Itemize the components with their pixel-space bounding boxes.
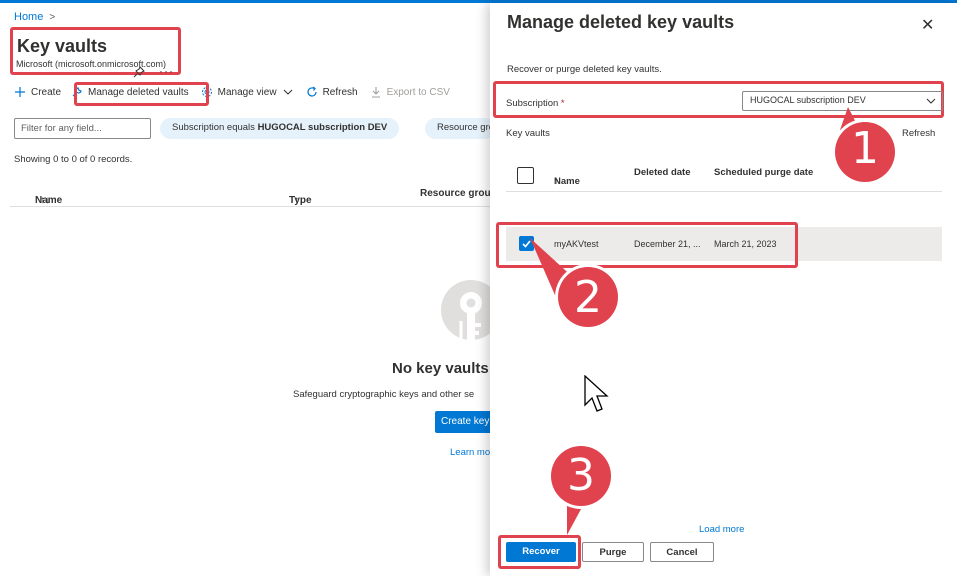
export-csv-button[interactable]: Export to CSV bbox=[370, 81, 450, 103]
resource-group-filter-pill[interactable]: Resource gro bbox=[425, 118, 495, 139]
key-vaults-blade: Home > Key vaults Microsoft (microsoft.o… bbox=[0, 3, 501, 576]
learn-more-link[interactable]: Learn mo bbox=[450, 447, 490, 458]
callout-3-number: 3 bbox=[567, 450, 595, 501]
sort-icon: ↑↓ bbox=[294, 195, 304, 206]
pin-icon[interactable] bbox=[133, 66, 145, 78]
cancel-button[interactable]: Cancel bbox=[650, 542, 714, 562]
records-count: Showing 0 to 0 of 0 records. bbox=[14, 154, 133, 165]
plus-icon bbox=[15, 87, 25, 97]
create-button[interactable]: Create bbox=[14, 81, 61, 103]
callout-2-number: 2 bbox=[574, 272, 602, 323]
subscription-filter-value: HUGOCAL subscription DEV bbox=[257, 122, 388, 133]
refresh-button[interactable]: Refresh bbox=[306, 81, 358, 103]
empty-state-title: No key vaults bbox=[392, 360, 489, 377]
required-marker: * bbox=[560, 98, 565, 109]
manage-view-label: Manage view bbox=[217, 86, 277, 98]
chevron-right-icon: > bbox=[49, 11, 56, 23]
column-scheduled-purge-date[interactable]: Scheduled purge date bbox=[714, 167, 813, 178]
export-csv-label: Export to CSV bbox=[386, 86, 450, 98]
sort-icon: ↑↓ bbox=[40, 195, 50, 206]
page-title: Key vaults bbox=[17, 36, 108, 56]
more-options-icon[interactable]: ··· bbox=[159, 64, 174, 78]
grid-header: Name ↑↓ Type ↑↓ Resource group bbox=[10, 181, 497, 207]
create-key-vault-button[interactable]: Create key bbox=[435, 411, 495, 433]
filter-input[interactable]: Filter for any field... bbox=[14, 118, 151, 139]
sort-icon: ↑ bbox=[554, 176, 559, 187]
title-highlight-box: Key vaults Microsoft (microsoft.onmicros… bbox=[10, 27, 181, 78]
subscription-filter-prefix: Subscription equals bbox=[172, 122, 258, 133]
chevron-down-icon bbox=[283, 89, 292, 95]
manage-view-button[interactable]: Manage view bbox=[201, 81, 294, 103]
load-more-link[interactable]: Load more bbox=[699, 524, 744, 535]
select-all-checkbox[interactable] bbox=[517, 167, 534, 184]
subscription-filter-pill[interactable]: Subscription equals HUGOCAL subscription… bbox=[160, 118, 400, 139]
refresh-icon bbox=[306, 86, 317, 97]
panel-description: Recover or purge deleted key vaults. bbox=[507, 64, 662, 75]
mouse-cursor-icon bbox=[584, 375, 609, 412]
subscription-label-text: Subscription bbox=[506, 98, 559, 109]
column-resource-group[interactable]: Resource group bbox=[420, 188, 497, 199]
chevron-down-icon bbox=[926, 98, 936, 104]
download-icon bbox=[371, 87, 380, 98]
key-vaults-label: Key vaults bbox=[506, 128, 550, 139]
breadcrumb: Home > bbox=[14, 11, 55, 23]
recover-highlight-box bbox=[498, 535, 581, 569]
panel-title: Manage deleted key vaults bbox=[507, 12, 735, 32]
empty-state-description: Safeguard cryptographic keys and other s… bbox=[293, 389, 475, 400]
callout-1-number: 1 bbox=[851, 123, 879, 174]
purge-button[interactable]: Purge bbox=[582, 542, 644, 562]
column-deleted-date[interactable]: Deleted date bbox=[634, 167, 691, 178]
manage-deleted-highlight-box bbox=[74, 82, 209, 106]
refresh-label: Refresh bbox=[322, 86, 358, 98]
breadcrumb-home-link[interactable]: Home bbox=[14, 11, 43, 23]
create-label: Create bbox=[31, 86, 62, 98]
close-icon[interactable]: ✕ bbox=[921, 15, 934, 35]
subscription-label: Subscription * bbox=[506, 98, 565, 109]
